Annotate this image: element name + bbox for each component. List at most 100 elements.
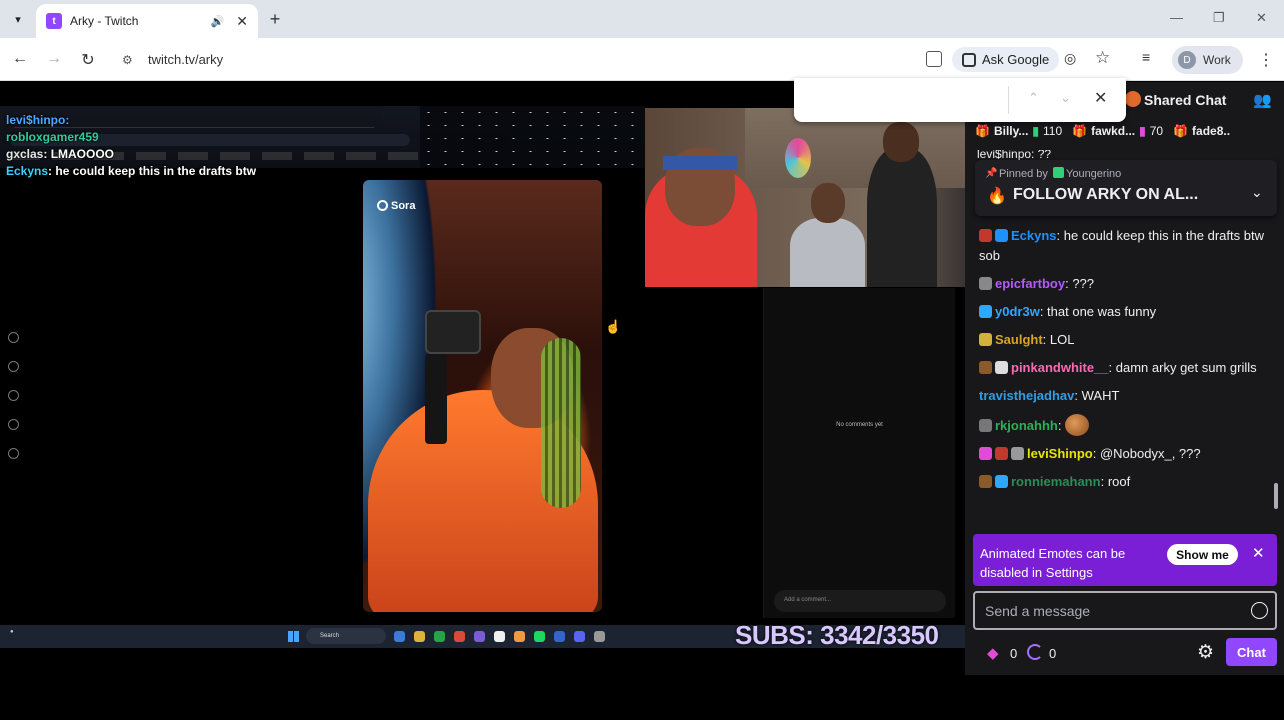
send-message-input[interactable]: Send a message — [973, 591, 1277, 630]
new-tab-icon[interactable]: + — [264, 8, 286, 30]
chat-username[interactable]: rkjonahhh — [995, 418, 1058, 433]
find-previous-icon[interactable]: ⌃ — [1028, 90, 1039, 106]
profile-icon — [8, 448, 19, 459]
overlay-line: Eckyns: he could keep this in the drafts… — [6, 163, 256, 180]
find-next-icon[interactable]: ⌄ — [1060, 90, 1071, 106]
profile-name: Work — [1203, 53, 1231, 67]
stream-video[interactable]: levi$hinpo: robloxgamer459 gxclas: LMAOO… — [0, 82, 965, 675]
chat-bottom-bar: ◆ 0 0 ⚙ Chat — [965, 638, 1284, 668]
channel-points-count: 0 — [1049, 646, 1057, 661]
browser-toolbar: ← → ↻ ⚙ twitch.tv/arky — [0, 38, 1284, 81]
chat-message: Eckyns: he could keep this in the drafts… — [979, 226, 1275, 266]
chat-username[interactable]: leviShinpo — [1027, 446, 1093, 461]
person-seated — [790, 218, 865, 287]
overlay-user: gxclas — [6, 147, 44, 161]
profile-avatar: D — [1178, 51, 1196, 69]
chat-settings-gear-icon[interactable]: ⚙ — [1197, 641, 1214, 664]
app-icon — [414, 631, 425, 642]
reload-icon[interactable]: ↻ — [78, 50, 98, 70]
eye-off-icon[interactable]: ◎ — [1064, 50, 1076, 67]
overlay-user: Eckyns — [6, 164, 49, 178]
chat-username[interactable]: ronniemahann — [1011, 474, 1101, 489]
balloons — [785, 138, 811, 178]
window-close-icon[interactable]: ✕ — [1256, 10, 1267, 26]
tab-title: Arky - Twitch — [70, 14, 139, 28]
gift-leaderboard: 🎁 Billy... ▮ 110 🎁 fawkd... ▮ 70 🎁 fade8… — [975, 124, 1230, 138]
browser-menu-icon[interactable]: ⋮ — [1258, 50, 1274, 70]
chat-username[interactable]: pinkandwhite__ — [1011, 360, 1109, 375]
pinned-text: FOLLOW ARKY ON AL... — [1013, 186, 1199, 203]
overlay-line: levi$hinpo: — [6, 112, 256, 129]
chat-messages: Eckyns: he could keep this in the drafts… — [979, 226, 1275, 500]
tab-search-menu-icon[interactable]: ▾ — [6, 8, 30, 30]
badge-icon — [979, 419, 992, 432]
community-icon[interactable]: 👥 — [1253, 91, 1272, 109]
find-close-icon[interactable]: ✕ — [1094, 88, 1107, 108]
app-icon — [474, 631, 485, 642]
streamer-webcam — [645, 108, 965, 287]
chat-text: ??? — [1068, 276, 1095, 291]
chat-send-button[interactable]: Chat — [1226, 638, 1277, 666]
shared-chat-avatar-icon — [1125, 91, 1141, 107]
leaderboard-entry[interactable]: 🎁 fawkd... ▮ 70 — [1072, 124, 1163, 138]
chat-username[interactable]: Saulght — [995, 332, 1043, 347]
tab-arky-twitch[interactable]: t Arky - Twitch 🔊 ✕ — [36, 4, 258, 38]
chat-message: ronniemahann: roof — [979, 472, 1275, 492]
url-text[interactable]: twitch.tv/arky — [148, 52, 223, 67]
chat-message: leviShinpo: @Nobodyx_, ??? — [979, 444, 1275, 464]
badge-icon — [979, 305, 992, 318]
bookmark-star-icon[interactable]: ☆ — [1095, 48, 1110, 68]
show-me-button[interactable]: Show me — [1167, 544, 1238, 565]
badge-icon — [979, 475, 992, 488]
ask-google-label: Ask Google — [982, 52, 1050, 67]
gift-sub-icon: ▮ — [1139, 124, 1146, 138]
verified-badge-icon — [1053, 167, 1064, 178]
find-input[interactable] — [804, 86, 1004, 114]
ask-google-button[interactable]: Ask Google — [952, 47, 1060, 72]
green-dreads — [541, 338, 581, 508]
media-controls-icon[interactable]: ≡ — [1142, 49, 1150, 65]
emote-picker-icon[interactable] — [1251, 602, 1268, 619]
chat-username[interactable]: Eckyns — [1011, 228, 1057, 243]
banner-close-icon[interactable]: ✕ — [1252, 544, 1265, 562]
leaderboard-entry[interactable]: 🎁 Billy... ▮ 110 — [975, 124, 1062, 138]
chat-username[interactable]: epicfartboy — [995, 276, 1065, 291]
channel-points-icon[interactable] — [1027, 644, 1043, 660]
twitch-favicon-icon: t — [46, 13, 62, 29]
pinned-message[interactable]: 📌 Pinned by Youngerino 🔥 FOLLOW ARKY ON … — [975, 160, 1277, 216]
profile-button[interactable]: D Work — [1172, 46, 1243, 74]
chevron-down-icon[interactable]: ⌄ — [1251, 184, 1263, 201]
chat-message: rkjonahhh: — [979, 414, 1275, 436]
back-icon[interactable]: ← — [10, 50, 30, 68]
tab-close-icon[interactable]: ✕ — [236, 13, 248, 30]
reading-mode-icon[interactable] — [926, 51, 942, 67]
leaderboard-count: 110 — [1043, 124, 1063, 138]
audio-playing-icon[interactable]: 🔊 — [211, 15, 225, 28]
sora-label: Sora — [391, 200, 416, 212]
gift-badge-icon — [995, 475, 1008, 488]
chat-scrollbar[interactable] — [1274, 483, 1278, 509]
badge-icon — [979, 229, 992, 242]
restore-icon[interactable]: ❐ — [1213, 10, 1225, 26]
bits-icon[interactable]: ◆ — [987, 644, 999, 662]
no-comments-text: No comments yet — [836, 422, 883, 428]
search-icon — [8, 361, 19, 372]
leaderboard-entry[interactable]: 🎁 fade8.. — [1173, 124, 1230, 138]
badge-icon — [995, 447, 1008, 460]
site-info-icon[interactable]: ⚙ — [122, 53, 138, 67]
gift-sub-icon: ▮ — [1032, 124, 1040, 138]
chat-text: WAHT — [1078, 388, 1120, 403]
leaderboard-name: Billy... — [993, 124, 1029, 138]
chat-username[interactable]: travisthejadhav — [979, 388, 1074, 403]
verified-badge-icon — [995, 229, 1008, 242]
chat-text: roof — [1104, 474, 1131, 489]
send-message-placeholder: Send a message — [985, 603, 1091, 619]
chat-text: LOL — [1046, 332, 1075, 347]
minimize-icon[interactable]: — — [1170, 10, 1183, 25]
chat-text: that one was funny — [1043, 304, 1157, 319]
forward-icon[interactable]: → — [44, 50, 64, 68]
overlay-line: robloxgamer459 — [6, 129, 256, 146]
pin-icon: 📌 — [985, 168, 998, 179]
chat-username[interactable]: y0dr3w — [995, 304, 1040, 319]
pinned-by-prefix: Pinned by — [999, 168, 1048, 180]
